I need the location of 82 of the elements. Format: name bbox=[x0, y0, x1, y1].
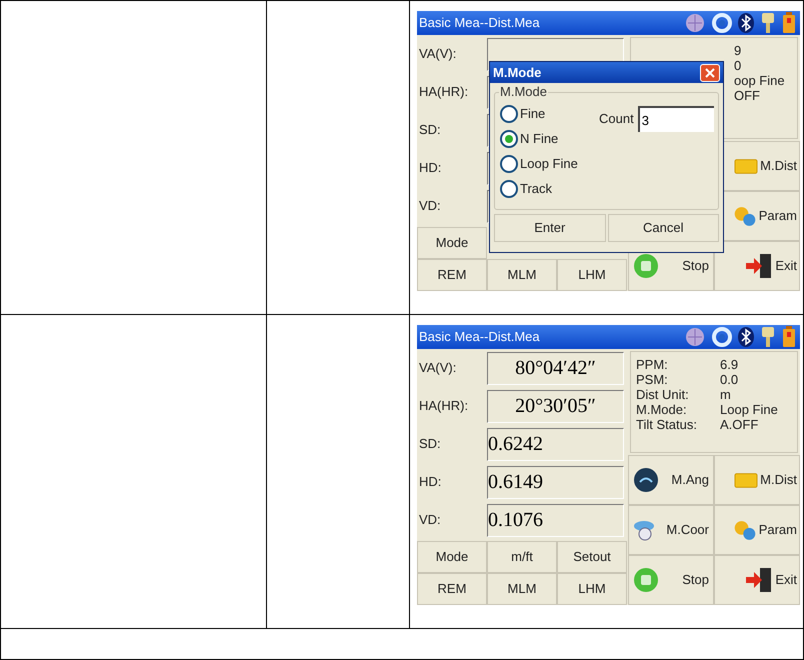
screen-title: Basic Mea--Dist.Mea bbox=[419, 14, 540, 32]
radio-button[interactable] bbox=[500, 105, 518, 123]
radio-button[interactable] bbox=[500, 130, 518, 148]
radio-option[interactable]: Track bbox=[500, 178, 552, 200]
function-button[interactable]: LHM bbox=[557, 573, 627, 605]
function-button[interactable]: MLM bbox=[487, 259, 557, 291]
bluetooth-icon bbox=[738, 327, 754, 347]
close-button[interactable] bbox=[700, 64, 720, 82]
dish-icon bbox=[633, 467, 659, 493]
info-label: M.Mode: bbox=[636, 402, 688, 417]
function-button[interactable]: REM bbox=[417, 573, 487, 605]
side-button[interactable]: M.Dist bbox=[714, 455, 800, 505]
info-label: Tilt Status: bbox=[636, 417, 698, 432]
field-label: SD: bbox=[418, 121, 442, 140]
function-button[interactable]: Setout bbox=[557, 541, 627, 573]
field-label: HD: bbox=[418, 159, 442, 178]
gears-icon bbox=[732, 206, 757, 226]
exit-icon bbox=[745, 253, 774, 279]
side-button[interactable]: Exit bbox=[714, 555, 800, 605]
info-value: OFF bbox=[734, 88, 760, 103]
info-value: m bbox=[720, 387, 731, 402]
info-value: Loop Fine bbox=[720, 402, 778, 417]
field-label: VD: bbox=[418, 511, 442, 530]
side-button[interactable]: M.Coor bbox=[628, 505, 714, 555]
gear-icon bbox=[712, 13, 732, 33]
count-field[interactable]: 3 bbox=[638, 106, 714, 132]
radio-button[interactable] bbox=[500, 155, 518, 173]
info-value: 9 bbox=[734, 43, 742, 58]
screen-title: Basic Mea--Dist.Mea bbox=[419, 328, 540, 346]
stop-icon bbox=[633, 567, 659, 593]
info-value: A.OFF bbox=[720, 417, 758, 432]
field-label: HA(HR): bbox=[418, 83, 470, 102]
field-label: HA(HR): bbox=[418, 397, 470, 416]
radio-option[interactable]: Loop Fine bbox=[500, 153, 578, 175]
function-button[interactable]: MLM bbox=[487, 573, 557, 605]
field-label: VD: bbox=[418, 197, 442, 216]
info-label: PSM: bbox=[636, 372, 669, 387]
function-button[interactable]: m/ft bbox=[487, 541, 557, 573]
battery-icon bbox=[782, 326, 796, 348]
field-label: VA(V): bbox=[418, 45, 458, 64]
value-text: 80°04′42″ bbox=[515, 356, 596, 381]
radio-option[interactable]: N Fine bbox=[500, 128, 558, 150]
info-value: 6.9 bbox=[720, 357, 738, 372]
field-label: HD: bbox=[418, 473, 442, 492]
info-value: 0 bbox=[734, 58, 742, 73]
bluetooth-icon bbox=[738, 13, 754, 33]
count-label: Count bbox=[599, 110, 634, 128]
close-icon bbox=[705, 68, 715, 78]
value-text: 0.1076 bbox=[488, 508, 543, 533]
value-text: 0.6149 bbox=[488, 470, 543, 495]
radio-button[interactable] bbox=[500, 180, 518, 198]
info-label: PPM: bbox=[636, 357, 669, 372]
function-button[interactable]: REM bbox=[417, 259, 487, 291]
function-button[interactable]: Mode bbox=[417, 541, 487, 573]
function-button[interactable]: Mode bbox=[417, 227, 487, 259]
dialog-button[interactable]: Enter bbox=[494, 214, 606, 242]
value-text: 0.6242 bbox=[488, 432, 543, 457]
stop-icon bbox=[633, 253, 659, 279]
card-icon bbox=[734, 158, 758, 174]
info-value: 0.0 bbox=[720, 372, 738, 387]
gear-icon bbox=[712, 327, 732, 347]
exit-icon bbox=[745, 567, 774, 593]
card-icon bbox=[734, 472, 758, 488]
value-text: 20°30′05″ bbox=[515, 394, 596, 419]
function-button[interactable]: LHM bbox=[557, 259, 627, 291]
dialog-title: M.Mode bbox=[493, 64, 542, 82]
side-button[interactable]: Param bbox=[714, 505, 800, 555]
gears-icon bbox=[732, 520, 757, 540]
info-label: Dist Unit: bbox=[636, 387, 690, 402]
side-button[interactable]: M.Ang bbox=[628, 455, 714, 505]
field-label: VA(V): bbox=[418, 359, 458, 378]
side-button[interactable]: Exit bbox=[714, 241, 800, 291]
dialog-button[interactable]: Cancel bbox=[608, 214, 719, 242]
plug-icon bbox=[760, 12, 776, 34]
globe-icon bbox=[684, 13, 706, 33]
battery-icon bbox=[782, 12, 796, 34]
radio-option[interactable]: Fine bbox=[500, 103, 546, 125]
info-value: oop Fine bbox=[734, 73, 785, 88]
plug-icon bbox=[760, 326, 776, 348]
field-label: SD: bbox=[418, 435, 442, 454]
side-button[interactable]: Stop bbox=[628, 555, 714, 605]
globe-icon bbox=[684, 327, 706, 347]
